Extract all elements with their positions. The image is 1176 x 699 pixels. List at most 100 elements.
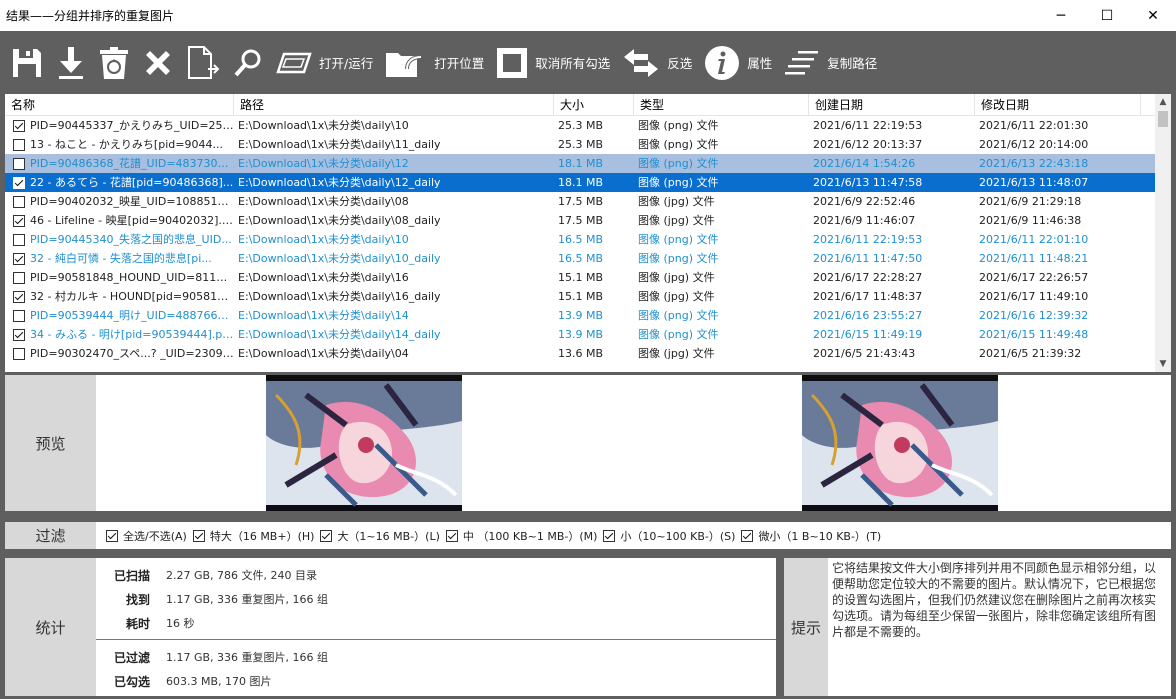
column-header-modified[interactable]: 修改日期 [975,94,1141,116]
invert-selection-button[interactable]: 反选 [622,31,692,94]
column-header-size[interactable]: 大小 [554,94,634,116]
file-name: PID=90402032_映星_UID=10885193_... [30,195,234,208]
open-run-button[interactable]: 打开/运行 [276,31,373,94]
move-file-button[interactable] [186,31,220,94]
preview-image-right[interactable] [802,375,998,511]
modified-date: 2021/6/12 20:14:00 [979,138,1089,151]
row-checkbox[interactable] [13,195,25,208]
toolbar: 打开/运行 打开位置 取消所有勾选 反选 属性 复制路径 [0,31,1176,94]
filter-checkbox[interactable] [320,529,333,542]
table-body: PID=90445337_かえりみち_UID=256... E:\Download… [5,116,1155,363]
scroll-up-icon[interactable]: ▲ [1155,94,1171,110]
file-type: 图像 (jpg) 文件 [638,271,715,284]
filter-checkbox[interactable] [741,529,754,542]
filter-option[interactable]: 中 （100 KB~1 MB-）(M) [445,528,597,544]
created-date: 2021/6/16 23:55:27 [813,309,923,322]
close-button[interactable]: ✕ [1130,0,1176,31]
row-checkbox[interactable] [13,252,25,265]
filter-checkbox[interactable] [106,529,118,542]
row-checkbox[interactable] [13,176,25,189]
invert-selection-label: 反选 [667,56,693,71]
table-row[interactable]: PID=90302470_スペ...? _UID=230984... E:\Dow… [5,344,1155,363]
minimize-button[interactable]: ─ [1038,0,1084,31]
filter-option[interactable]: 全选/不选(A) [106,528,187,544]
save-button[interactable] [10,31,44,94]
file-move-icon [188,45,220,79]
filter-checkbox[interactable] [192,529,205,542]
row-checkbox[interactable] [13,290,25,303]
column-header-name[interactable]: 名称 [5,94,234,116]
table-row[interactable]: PID=90445337_かえりみち_UID=256... E:\Download… [5,116,1155,135]
scrollbar-thumb[interactable] [1158,111,1168,127]
maximize-button[interactable]: ☐ [1084,0,1130,31]
stats-scanned-value: 2.27 GB, 786 文件, 240 目录 [166,569,318,582]
open-location-button[interactable]: 打开位置 [385,31,484,94]
file-path: E:\Download\1x\未分类\daily\08_daily [238,214,441,227]
file-path: E:\Download\1x\未分类\daily\10_daily [238,252,441,265]
created-date: 2021/6/11 22:19:53 [813,233,923,246]
created-date: 2021/6/13 11:47:58 [813,176,923,189]
name-cell: PID=90402032_映星_UID=10885193_... [5,192,234,211]
column-header-created[interactable]: 创建日期 [809,94,975,116]
row-checkbox[interactable] [13,233,25,246]
column-header-path[interactable]: 路径 [234,94,554,116]
row-checkbox[interactable] [13,347,25,360]
filter-checkbox[interactable] [445,529,458,542]
filter-checkbox[interactable] [603,529,616,542]
table-row[interactable]: PID=90445340_失落之国的悲息_UID... E:\Download\1… [5,230,1155,249]
stats-scanned-key: 已扫描 [113,568,150,583]
row-checkbox[interactable] [13,328,25,341]
filter-option[interactable]: 微小（1 B~10 KB-）(T) [741,528,881,544]
download-button[interactable] [56,31,86,94]
table-row[interactable]: 13 - ねこと - かえりみち[pid=9044... E:\Download\… [5,135,1155,154]
table-row[interactable]: PID=90539444_明け_UID=488766_p0... E:\Downl… [5,306,1155,325]
name-cell: 32 - 純白可憐 - 失落之国的悲息[pi... [5,249,234,268]
file-type: 图像 (png) 文件 [638,119,719,132]
copy-path-button[interactable]: 复制路径 [784,31,877,94]
table-row[interactable]: PID=90486368_花譜_UID=483730_p0... E:\Downl… [5,154,1155,173]
file-path: E:\Download\1x\未分类\daily\16_daily [238,290,441,303]
file-type: 图像 (png) 文件 [638,252,719,265]
table-row[interactable]: 32 - 村カルキ - HOUND[pid=905818... E:\Downlo… [5,287,1155,306]
copy-path-label: 复制路径 [827,56,878,71]
open-run-icon [276,52,312,73]
swap-arrows-icon [624,48,659,77]
file-name: 32 - 村カルキ - HOUND[pid=905818... [30,290,234,303]
row-checkbox[interactable] [13,271,25,284]
file-type: 图像 (png) 文件 [638,309,719,322]
file-name: 32 - 純白可憐 - 失落之国的悲息[pi... [30,252,212,265]
table-row[interactable]: 32 - 純白可憐 - 失落之国的悲息[pi... E:\Download\1x\… [5,249,1155,268]
created-date: 2021/6/17 11:48:37 [813,290,923,303]
scroll-down-icon[interactable]: ▼ [1155,356,1171,372]
row-checkbox[interactable] [13,214,25,227]
search-button[interactable] [232,31,264,94]
modified-date: 2021/6/11 22:01:30 [979,119,1089,132]
table-row[interactable]: 22 - あるてら - 花譜[pid=90486368]... E:\Downlo… [5,173,1155,192]
file-type: 图像 (png) 文件 [638,157,719,170]
table-row[interactable]: 34 - みふる - 明け[pid=90539444].png E:\Downlo… [5,325,1155,344]
recycle-bin-button[interactable] [98,31,130,94]
filter-option[interactable]: 特大（16 MB+）(H) [192,528,314,544]
results-table: 名称 路径 大小 类型 创建日期 修改日期 PID=90445337_かえりみち… [5,94,1171,372]
open-run-label: 打开/运行 [319,56,374,71]
row-checkbox[interactable] [13,138,25,151]
file-type: 图像 (jpg) 文件 [638,195,715,208]
uncheck-all-button[interactable]: 取消所有勾选 [496,31,610,94]
preview-image-left[interactable] [266,375,462,511]
vertical-scrollbar[interactable]: ▲ ▼ [1155,94,1171,372]
row-checkbox[interactable] [13,119,25,132]
column-header-type[interactable]: 类型 [634,94,809,116]
filter-option[interactable]: 小（10~100 KB-）(S) [603,528,735,544]
table-row[interactable]: PID=90402032_映星_UID=10885193_... E:\Downl… [5,192,1155,211]
row-checkbox[interactable] [13,157,25,170]
filter-option[interactable]: 大（1~16 MB-）(L) [320,528,440,544]
delete-button[interactable] [142,31,174,94]
file-type: 图像 (png) 文件 [638,233,719,246]
stats-found-row: 找到 1.17 GB, 336 重复图片, 166 组 [96,587,328,611]
properties-button[interactable]: 属性 [704,31,772,94]
checkbox-empty-icon [497,47,528,78]
row-checkbox[interactable] [13,309,25,322]
table-row[interactable]: 46 - Lifeline - 映星[pid=90402032].jpg E:\D… [5,211,1155,230]
filter-label: 过滤 [5,522,96,549]
table-row[interactable]: PID=90581848_HOUND_UID=811927_... E:\Down… [5,268,1155,287]
